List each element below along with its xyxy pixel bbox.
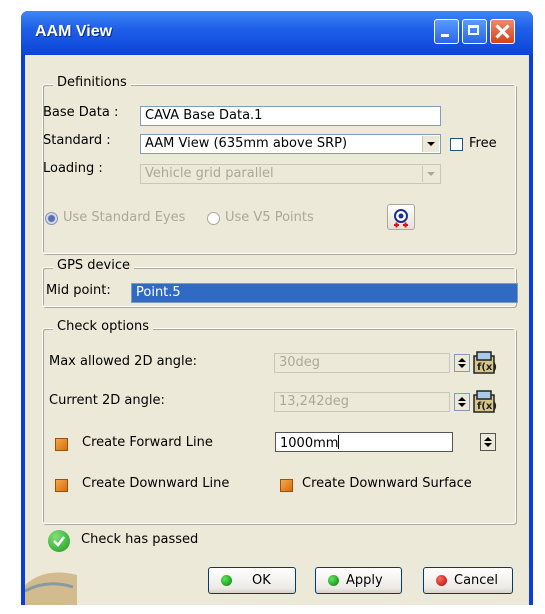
use-standard-eyes-label: Use Standard Eyes (63, 210, 186, 225)
maximize-icon[interactable] (462, 19, 487, 44)
mid-point-label: Mid point: (46, 283, 111, 298)
standard-dropdown[interactable]: AAM View (635mm above SRP) (140, 134, 441, 154)
create-downward-line-label: Create Downward Line (82, 476, 230, 491)
cancel-button[interactable]: Cancel (423, 567, 513, 594)
current-angle-label: Current 2D angle: (49, 393, 165, 408)
ok-button[interactable]: OK (208, 567, 296, 594)
use-v5-points-label: Use V5 Points (225, 210, 314, 225)
check-options-legend: Check options (53, 319, 154, 334)
dropdown-arrow-icon (422, 166, 439, 182)
definitions-legend: Definitions (53, 75, 131, 90)
close-icon[interactable] (490, 19, 515, 44)
text-cursor (338, 435, 340, 449)
svg-text:f(x): f(x) (477, 362, 497, 373)
title-bar[interactable]: AAM View (21, 11, 533, 55)
max-angle-field: 30deg (274, 353, 450, 373)
ok-dot-icon (221, 575, 232, 586)
mid-point-field[interactable]: Point.5 (131, 283, 518, 303)
status-message: Check has passed (81, 532, 199, 547)
svg-text:f(x): f(x) (477, 401, 497, 412)
window-title: AAM View (35, 23, 113, 40)
cancel-dot-icon (436, 575, 447, 586)
free-label: Free (469, 136, 497, 151)
dropdown-arrow-icon[interactable] (422, 136, 439, 152)
spinner-icon[interactable] (480, 433, 496, 451)
apply-dot-icon (328, 575, 339, 586)
dialog-body: Definitions Base Data : CAVA Base Data.1… (24, 55, 529, 605)
loading-dropdown: Vehicle grid parallel (140, 164, 441, 184)
base-data-field[interactable]: CAVA Base Data.1 (140, 106, 441, 126)
standard-value: AAM View (635mm above SRP) (145, 136, 348, 151)
max-angle-label: Max allowed 2D angle: (49, 354, 198, 369)
create-forward-line-checkbox[interactable] (55, 438, 68, 451)
standard-label: Standard : (43, 133, 111, 148)
minimize-icon[interactable] (434, 19, 459, 44)
forward-line-value: 1000mm (280, 436, 339, 451)
create-downward-line-checkbox[interactable] (55, 479, 68, 492)
formula-icon[interactable]: f(x) (471, 350, 497, 374)
create-downward-surface-label: Create Downward Surface (302, 476, 472, 491)
apply-button[interactable]: Apply (315, 567, 402, 594)
formula-icon[interactable]: f(x) (471, 389, 497, 413)
forward-line-field[interactable]: 1000mm (275, 432, 453, 452)
globe-decoration (24, 545, 85, 605)
free-checkbox[interactable] (450, 138, 463, 151)
spinner-icon[interactable] (454, 393, 470, 411)
base-data-label: Base Data : (43, 105, 119, 120)
use-v5-points-radio (207, 212, 220, 225)
apply-label: Apply (346, 573, 383, 588)
create-downward-surface-checkbox[interactable] (280, 479, 293, 492)
use-standard-eyes-radio (45, 212, 58, 225)
create-forward-line-label: Create Forward Line (82, 435, 213, 450)
cancel-label: Cancel (454, 573, 499, 588)
dialog-window: AAM View Definitions Base Data : CAVA Ba… (21, 11, 533, 605)
ok-label: OK (252, 573, 271, 588)
point-pick-icon[interactable] (387, 204, 415, 230)
loading-value: Vehicle grid parallel (145, 166, 274, 181)
spinner-icon[interactable] (454, 354, 470, 372)
loading-label: Loading : (43, 161, 103, 176)
gps-legend: GPS device (53, 258, 134, 273)
current-angle-field: 13,242deg (274, 392, 450, 412)
